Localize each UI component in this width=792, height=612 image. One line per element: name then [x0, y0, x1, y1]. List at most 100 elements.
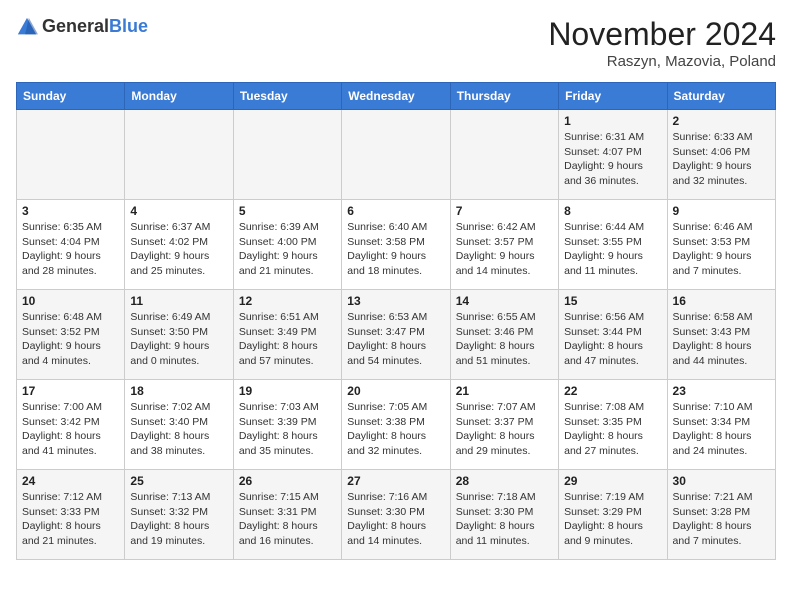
day-number: 25: [130, 474, 227, 488]
generalblue-icon: [16, 16, 38, 38]
calendar-cell: 15Sunrise: 6:56 AMSunset: 3:44 PMDayligh…: [559, 290, 667, 380]
day-info: Sunrise: 7:16 AMSunset: 3:30 PMDaylight:…: [347, 490, 444, 549]
calendar-cell: 3 Sunrise: 6:35 AMSunset: 4:04 PMDaylight…: [17, 200, 125, 290]
day-number: 20: [347, 384, 444, 398]
weekday-header-thursday: Thursday: [450, 83, 558, 110]
day-info: Sunrise: 7:03 AMSunset: 3:39 PMDaylight:…: [239, 400, 336, 459]
day-info: Sunrise: 7:08 AMSunset: 3:35 PMDaylight:…: [564, 400, 661, 459]
day-number: 12: [239, 294, 336, 308]
logo-general-text: General: [42, 16, 109, 36]
day-number: 23: [673, 384, 770, 398]
day-info: Sunrise: 6:53 AMSunset: 3:47 PMDaylight:…: [347, 310, 444, 369]
day-info: Sunrise: 6:31 AMSunset: 4:07 PMDaylight:…: [564, 130, 661, 189]
calendar-cell: 30 Sunrise: 7:21 AMSunset: 3:28 PMDayligh…: [667, 470, 775, 560]
calendar-cell: 10 Sunrise: 6:48 AMSunset: 3:52 PMDayligh…: [17, 290, 125, 380]
day-number: 19: [239, 384, 336, 398]
day-info: Sunrise: 6:39 AMSunset: 4:00 PMDaylight:…: [239, 220, 336, 279]
calendar-cell: 13 Sunrise: 6:53 AMSunset: 3:47 PMDayligh…: [342, 290, 450, 380]
day-info: Sunrise: 6:35 AMSunset: 4:04 PMDaylight:…: [22, 220, 119, 279]
weekday-header-saturday: Saturday: [667, 83, 775, 110]
calendar-cell: 5Sunrise: 6:39 AMSunset: 4:00 PMDaylight…: [233, 200, 341, 290]
day-info: Sunrise: 7:13 AMSunset: 3:32 PMDaylight:…: [130, 490, 227, 549]
calendar-cell: [233, 110, 341, 200]
day-info: Sunrise: 7:18 AMSunset: 3:30 PMDaylight:…: [456, 490, 553, 549]
day-info: Sunrise: 6:48 AMSunset: 3:52 PMDaylight:…: [22, 310, 119, 369]
day-number: 29: [564, 474, 661, 488]
calendar-cell: 9Sunrise: 6:46 AMSunset: 3:53 PMDaylight…: [667, 200, 775, 290]
day-number: 13: [347, 294, 444, 308]
day-number: 2: [673, 114, 770, 128]
day-number: 6: [347, 204, 444, 218]
calendar-cell: 12 Sunrise: 6:51 AMSunset: 3:49 PMDayligh…: [233, 290, 341, 380]
weekday-header-monday: Monday: [125, 83, 233, 110]
day-number: 14: [456, 294, 553, 308]
calendar-cell: [125, 110, 233, 200]
calendar-cell: 2 Sunrise: 6:33 AMSunset: 4:06 PMDaylight…: [667, 110, 775, 200]
calendar-week-row: 3 Sunrise: 6:35 AMSunset: 4:04 PMDaylight…: [17, 200, 776, 290]
day-info: Sunrise: 7:05 AMSunset: 3:38 PMDaylight:…: [347, 400, 444, 459]
logo-blue-text: Blue: [109, 16, 148, 36]
calendar-cell: 19 Sunrise: 7:03 AMSunset: 3:39 PMDayligh…: [233, 380, 341, 470]
day-info: Sunrise: 7:07 AMSunset: 3:37 PMDaylight:…: [456, 400, 553, 459]
day-number: 17: [22, 384, 119, 398]
day-info: Sunrise: 6:58 AMSunset: 3:43 PMDaylight:…: [673, 310, 770, 369]
calendar-cell: 29 Sunrise: 7:19 AMSunset: 3:29 PMDayligh…: [559, 470, 667, 560]
day-info: Sunrise: 7:00 AMSunset: 3:42 PMDaylight:…: [22, 400, 119, 459]
calendar-cell: 8 Sunrise: 6:44 AMSunset: 3:55 PMDaylight…: [559, 200, 667, 290]
calendar-cell: 25 Sunrise: 7:13 AMSunset: 3:32 PMDayligh…: [125, 470, 233, 560]
day-number: 26: [239, 474, 336, 488]
calendar-cell: 16 Sunrise: 6:58 AMSunset: 3:43 PMDayligh…: [667, 290, 775, 380]
calendar-cell: 17 Sunrise: 7:00 AMSunset: 3:42 PMDayligh…: [17, 380, 125, 470]
day-info: Sunrise: 7:21 AMSunset: 3:28 PMDaylight:…: [673, 490, 770, 549]
calendar-cell: [17, 110, 125, 200]
day-info: Sunrise: 6:46 AMSunset: 3:53 PMDaylight:…: [673, 220, 770, 279]
calendar-cell: 21Sunrise: 7:07 AMSunset: 3:37 PMDayligh…: [450, 380, 558, 470]
day-info: Sunrise: 6:55 AMSunset: 3:46 PMDaylight:…: [456, 310, 553, 369]
calendar-header-row: SundayMondayTuesdayWednesdayThursdayFrid…: [17, 83, 776, 110]
title-area: November 2024 Raszyn, Mazovia, Poland: [548, 16, 776, 70]
day-info: Sunrise: 6:42 AMSunset: 3:57 PMDaylight:…: [456, 220, 553, 279]
day-number: 22: [564, 384, 661, 398]
day-info: Sunrise: 6:37 AMSunset: 4:02 PMDaylight:…: [130, 220, 227, 279]
day-number: 8: [564, 204, 661, 218]
calendar-cell: 27 Sunrise: 7:16 AMSunset: 3:30 PMDayligh…: [342, 470, 450, 560]
day-number: 3: [22, 204, 119, 218]
calendar-cell: [342, 110, 450, 200]
weekday-header-sunday: Sunday: [17, 83, 125, 110]
calendar-cell: 11Sunrise: 6:49 AMSunset: 3:50 PMDayligh…: [125, 290, 233, 380]
calendar-cell: 23Sunrise: 7:10 AMSunset: 3:34 PMDayligh…: [667, 380, 775, 470]
day-info: Sunrise: 7:15 AMSunset: 3:31 PMDaylight:…: [239, 490, 336, 549]
calendar-cell: [450, 110, 558, 200]
day-info: Sunrise: 7:19 AMSunset: 3:29 PMDaylight:…: [564, 490, 661, 549]
calendar-cell: 7 Sunrise: 6:42 AMSunset: 3:57 PMDaylight…: [450, 200, 558, 290]
calendar-cell: 24Sunrise: 7:12 AMSunset: 3:33 PMDayligh…: [17, 470, 125, 560]
day-number: 7: [456, 204, 553, 218]
day-number: 28: [456, 474, 553, 488]
day-info: Sunrise: 7:02 AMSunset: 3:40 PMDaylight:…: [130, 400, 227, 459]
calendar-week-row: 24Sunrise: 7:12 AMSunset: 3:33 PMDayligh…: [17, 470, 776, 560]
calendar-cell: 28 Sunrise: 7:18 AMSunset: 3:30 PMDayligh…: [450, 470, 558, 560]
day-info: Sunrise: 6:40 AMSunset: 3:58 PMDaylight:…: [347, 220, 444, 279]
day-number: 16: [673, 294, 770, 308]
day-number: 27: [347, 474, 444, 488]
calendar-cell: 18Sunrise: 7:02 AMSunset: 3:40 PMDayligh…: [125, 380, 233, 470]
calendar-cell: 1Sunrise: 6:31 AMSunset: 4:07 PMDaylight…: [559, 110, 667, 200]
calendar-cell: 26 Sunrise: 7:15 AMSunset: 3:31 PMDayligh…: [233, 470, 341, 560]
day-info: Sunrise: 7:12 AMSunset: 3:33 PMDaylight:…: [22, 490, 119, 549]
day-number: 30: [673, 474, 770, 488]
day-info: Sunrise: 6:51 AMSunset: 3:49 PMDaylight:…: [239, 310, 336, 369]
weekday-header-wednesday: Wednesday: [342, 83, 450, 110]
logo: GeneralBlue: [16, 16, 148, 38]
day-info: Sunrise: 6:33 AMSunset: 4:06 PMDaylight:…: [673, 130, 770, 189]
calendar-cell: 14 Sunrise: 6:55 AMSunset: 3:46 PMDayligh…: [450, 290, 558, 380]
calendar-cell: 22 Sunrise: 7:08 AMSunset: 3:35 PMDayligh…: [559, 380, 667, 470]
page-title: November 2024: [548, 16, 776, 53]
calendar-week-row: 17 Sunrise: 7:00 AMSunset: 3:42 PMDayligh…: [17, 380, 776, 470]
weekday-header-tuesday: Tuesday: [233, 83, 341, 110]
day-info: Sunrise: 6:44 AMSunset: 3:55 PMDaylight:…: [564, 220, 661, 279]
day-number: 10: [22, 294, 119, 308]
header: GeneralBlue November 2024 Raszyn, Mazovi…: [16, 16, 776, 70]
calendar-cell: 6 Sunrise: 6:40 AMSunset: 3:58 PMDaylight…: [342, 200, 450, 290]
calendar-cell: 20 Sunrise: 7:05 AMSunset: 3:38 PMDayligh…: [342, 380, 450, 470]
day-info: Sunrise: 6:49 AMSunset: 3:50 PMDaylight:…: [130, 310, 227, 369]
